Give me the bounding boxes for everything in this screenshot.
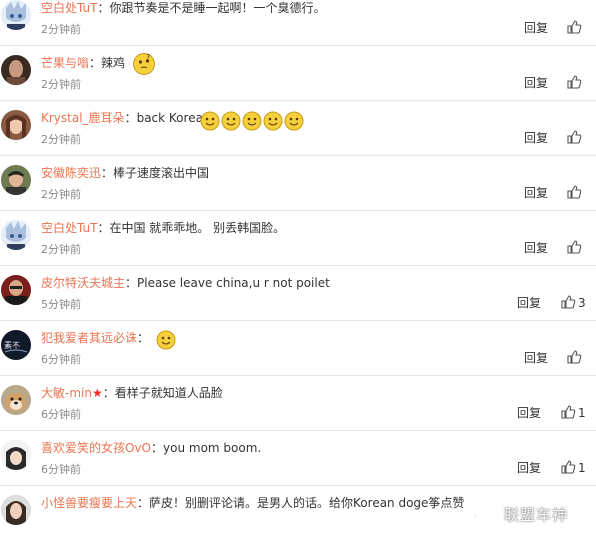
comment-text: 棒子速度滚出中国 xyxy=(113,166,210,180)
comment-text: 萨皮！别删评论请。是男人的话。给你Korean doge筝点赞 xyxy=(149,496,465,510)
thumbs-up-icon[interactable] xyxy=(566,129,582,145)
fire-badge-icon: ★ xyxy=(91,386,103,400)
comment-username[interactable]: 空白处TuT：在中国 就乖乖地。 别丢韩国脸。 xyxy=(41,219,285,236)
comment-text: you mom boom. xyxy=(163,441,262,455)
reply-button[interactable]: 回复 xyxy=(524,19,548,36)
thumbs-up-icon[interactable] xyxy=(566,349,582,365)
comment-row: 空白处TuT：你跟节奏是不是睡一起啊！一个臭德行。 2分钟前 回复 xyxy=(0,0,596,46)
comment-text: 在中国 就乖乖地。 别丢韩国脸。 xyxy=(109,221,286,235)
comment-username[interactable]: 皮尔特沃夫城主：Please leave china,u r not poile… xyxy=(41,274,330,291)
avatar[interactable] xyxy=(1,275,31,305)
reply-button[interactable]: 回复 xyxy=(524,74,548,91)
comment-time: 6分钟前 xyxy=(41,353,81,366)
smile-emoji-icon xyxy=(200,111,220,130)
thumbs-up-icon[interactable] xyxy=(560,404,576,420)
comment-time: 6分钟前 xyxy=(41,463,81,476)
avatar[interactable] xyxy=(1,220,31,250)
smile-emoji-icon xyxy=(263,111,283,130)
avatar[interactable] xyxy=(1,495,31,525)
smile-emoji-icon xyxy=(284,111,304,130)
reply-button[interactable]: 回复 xyxy=(524,184,548,201)
avatar[interactable] xyxy=(1,110,31,140)
reply-button[interactable]: 回复 xyxy=(524,239,548,256)
like-count: 1 xyxy=(578,461,586,475)
watermark-text: 联盟车神 xyxy=(504,506,569,524)
comment-time: 2分钟前 xyxy=(41,133,81,146)
comment-row: 喜欢爱笑的女孩OvO：you mom boom. 6分钟前 回复 1 xyxy=(0,431,596,486)
comment-username[interactable]: 安徽陈奕迅：棒子速度滚出中国 xyxy=(41,164,209,181)
comment-row: 皮尔特沃夫城主：Please leave china,u r not poile… xyxy=(0,266,596,321)
smile-emoji-icon xyxy=(242,111,262,130)
reply-button[interactable]: 回复 xyxy=(524,349,548,366)
emoji-group xyxy=(199,110,304,131)
avatar[interactable] xyxy=(1,0,31,30)
avatar[interactable] xyxy=(1,440,31,470)
smile-emoji-icon xyxy=(156,330,176,350)
comment-row: Krystal_鹿耳朵：back Korea 2分钟前 回复 xyxy=(0,101,596,156)
reply-button[interactable]: 回复 xyxy=(517,404,541,421)
comment-username[interactable]: 空白处TuT：你跟节奏是不是睡一起啊！一个臭德行。 xyxy=(41,0,325,16)
comment-username[interactable]: 喜欢爱笑的女孩OvO：you mom boom. xyxy=(41,439,261,456)
comment-time: 2分钟前 xyxy=(41,243,81,256)
comment-time: 2分钟前 xyxy=(41,23,81,36)
smile-emoji-icon xyxy=(221,111,241,130)
avatar[interactable]: 素不 xyxy=(1,330,31,360)
thumbs-up-icon[interactable] xyxy=(560,459,576,475)
comment-username[interactable]: Krystal_鹿耳朵：back Korea xyxy=(41,109,203,126)
comment-text: 看样子就知道人品脸 xyxy=(114,386,223,400)
avatar[interactable] xyxy=(1,385,31,415)
comment-time: 2分钟前 xyxy=(41,188,81,201)
comment-text: back Korea xyxy=(136,111,203,125)
comment-list: 空白处TuT：你跟节奏是不是睡一起啊！一个臭德行。 2分钟前 回复 芒果与嗡：辣… xyxy=(0,0,596,544)
comment-text: Please leave china,u r not poilet xyxy=(137,276,330,290)
like-count: 3 xyxy=(578,296,586,310)
comment-row: 素不 犯我爱者其远必诛： 6分钟前 回复 xyxy=(0,321,596,376)
avatar[interactable] xyxy=(1,165,31,195)
comment-row: 安徽陈奕迅：棒子速度滚出中国 2分钟前 回复 xyxy=(0,156,596,211)
comment-text: 辣鸡 xyxy=(101,56,126,70)
thumbs-up-icon[interactable] xyxy=(566,239,582,255)
thumbs-up-icon[interactable] xyxy=(566,19,582,35)
wechat-watermark-icon xyxy=(472,513,480,519)
thumbs-up-icon[interactable] xyxy=(566,74,582,90)
comment-time: 5分钟前 xyxy=(41,298,81,311)
comment-row: 大敏-min★：看样子就知道人品脸 6分钟前 回复 1 xyxy=(0,376,596,431)
comment-username[interactable]: 大敏-min★：看样子就知道人品脸 xyxy=(41,384,223,401)
comment-row: 芒果与嗡：辣鸡 ? 2分钟前 回复 xyxy=(0,46,596,101)
svg-text:素不: 素不 xyxy=(4,340,20,350)
like-count: 1 xyxy=(578,406,586,420)
reply-button[interactable]: 回复 xyxy=(524,129,548,146)
comment-row: 空白处TuT：在中国 就乖乖地。 别丢韩国脸。 2分钟前 回复 xyxy=(0,211,596,266)
reply-button[interactable]: 回复 xyxy=(517,294,541,311)
comment-text: 你跟节奏是不是睡一起啊！一个臭德行。 xyxy=(109,1,326,15)
thumbs-up-icon[interactable] xyxy=(560,294,576,310)
comment-username[interactable]: 芒果与嗡：辣鸡 xyxy=(41,54,125,71)
thumbs-up-icon[interactable] xyxy=(566,184,582,200)
comment-username[interactable]: 小怪兽要瘦要上天：萨皮！别删评论请。是男人的话。给你Korean doge筝点赞 xyxy=(41,494,464,511)
svg-text:?: ? xyxy=(146,53,150,62)
reply-button[interactable]: 回复 xyxy=(517,459,541,476)
comment-time: 6分钟前 xyxy=(41,408,81,421)
avatar[interactable] xyxy=(1,55,31,85)
comment-time: 2分钟前 xyxy=(41,78,81,91)
thinking-emoji-icon: ? xyxy=(133,53,155,75)
comment-username[interactable]: 犯我爱者其远必诛： xyxy=(41,329,149,346)
